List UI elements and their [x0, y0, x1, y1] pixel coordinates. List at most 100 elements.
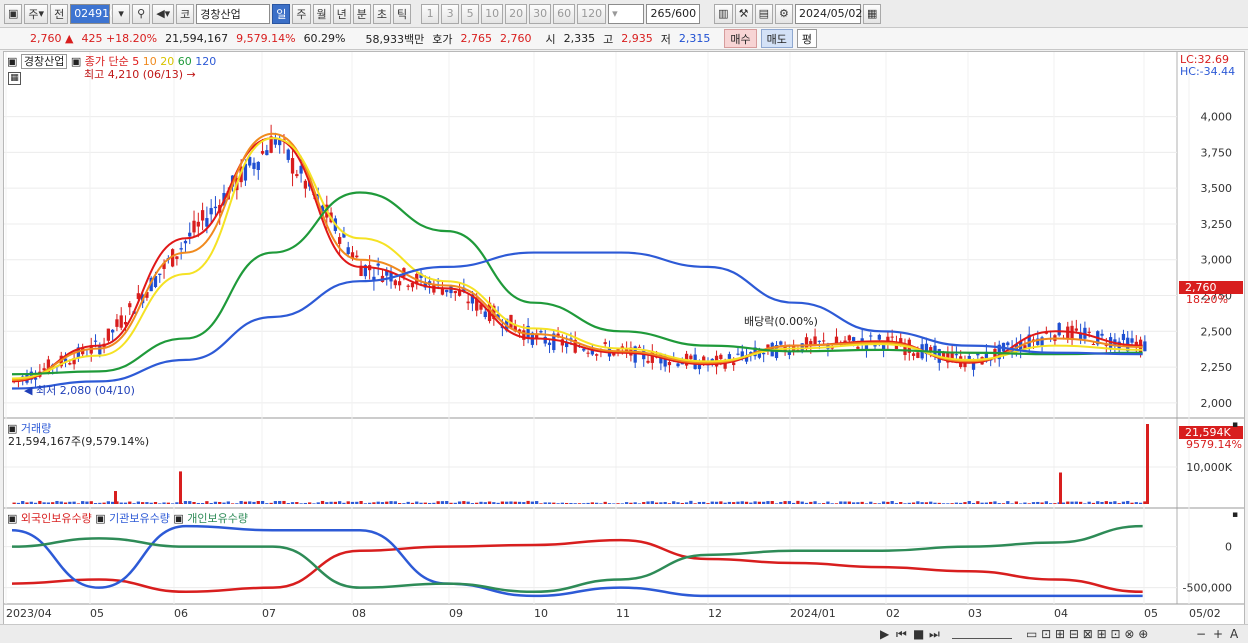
panel-toggle-icon[interactable]: ▣ [7, 55, 17, 68]
count-input[interactable]: 265/600 [646, 3, 701, 24]
volume-bar [457, 501, 462, 504]
table-icon[interactable]: ▦ [8, 72, 21, 85]
volume-bar [971, 503, 976, 504]
collapse-icon[interactable]: ▣ [71, 55, 81, 68]
volume-bar [196, 502, 200, 504]
zoom-out-icon[interactable]: − [1196, 627, 1206, 641]
search-icon[interactable]: ⚲ [132, 3, 151, 24]
volume-bar [706, 503, 710, 504]
volume-bar [175, 502, 179, 504]
zoom-slider[interactable] [952, 627, 1012, 639]
tab-day[interactable]: 일 [272, 3, 291, 24]
speaker-icon[interactable]: ◀▾ [152, 3, 175, 24]
x-axis-label: 03 [968, 607, 982, 620]
volume-bar [1138, 502, 1143, 504]
volume-bar [642, 502, 646, 504]
volume-bar [693, 503, 697, 504]
interval-30[interactable]: 30 [529, 3, 552, 24]
interval-1[interactable]: 1 [421, 3, 440, 24]
calendar-icon[interactable]: ▦ [862, 3, 882, 24]
volume-bar [633, 502, 637, 504]
stock-code-input[interactable]: 024910 [70, 3, 116, 24]
interval-10[interactable]: 10 [481, 3, 504, 24]
market-type-select[interactable]: 주 ▾ [24, 3, 49, 24]
price-y-tick: 3,000 [1201, 254, 1233, 267]
x-axis-label: 07 [262, 607, 276, 620]
interval-60[interactable]: 60 [553, 3, 576, 24]
volume-bar [209, 502, 213, 504]
tab-minute[interactable]: 분 [352, 3, 371, 24]
volume-bar [1061, 502, 1066, 504]
volume-bar [1126, 500, 1130, 504]
holdings-legend: ▣ 외국인보유수량 ▣ 기관보유수량 ▣ 개인보유수량 [7, 510, 248, 526]
auto-scale-icon[interactable]: A [1230, 627, 1238, 641]
volume-bar [359, 500, 363, 504]
tool-icon[interactable]: ⚒ [734, 3, 753, 24]
volume-bar [522, 502, 526, 504]
candle-body [736, 353, 740, 355]
volume-bar [42, 502, 46, 504]
tab-second[interactable]: 초 [372, 3, 392, 24]
flat-button[interactable]: 평 [796, 29, 817, 48]
interval-3[interactable]: 3 [441, 3, 460, 24]
forward-icon[interactable]: ⏭ [929, 627, 940, 642]
volume-bar [295, 502, 299, 504]
date-input[interactable]: 2024/05/02 [794, 3, 862, 24]
scroll-right-icon[interactable]: ▶ [880, 627, 889, 641]
candle-body [727, 354, 732, 359]
x-axis-label: 02 [886, 607, 900, 620]
volume-close-icon[interactable]: ▪ [1232, 420, 1238, 430]
volume-bar [123, 502, 128, 504]
volume-bar [290, 502, 295, 504]
jeon-button[interactable]: 전 [50, 3, 69, 24]
candle-body [346, 247, 350, 254]
volume-bar [1040, 502, 1044, 504]
volume-spike [1059, 472, 1062, 504]
volume-bar [989, 501, 993, 504]
interval-120[interactable]: 120 [577, 3, 607, 24]
volume-bar [959, 502, 963, 504]
stock-name-field[interactable]: 경창산업 [196, 3, 271, 24]
tab-week[interactable]: 주 [292, 3, 311, 24]
volume-spike [1146, 424, 1149, 504]
low-label: 저 [660, 32, 671, 46]
candle-type-icon[interactable]: ▥ [714, 3, 733, 24]
interval-5[interactable]: 5 [461, 3, 480, 24]
volume-bar [1027, 503, 1031, 504]
kind-button[interactable]: 코 [176, 3, 195, 24]
gear-icon[interactable]: ⚙ [774, 3, 793, 24]
volume-bar [470, 503, 475, 504]
open-label: 시 [545, 32, 556, 46]
candle-body [1130, 338, 1134, 343]
volume-bar [1074, 501, 1078, 504]
volume-bar [85, 501, 89, 504]
stop-icon[interactable]: ■ [913, 627, 924, 641]
volume-bar [25, 502, 29, 504]
rewind-icon[interactable]: ⏮ [896, 627, 907, 642]
chart-area[interactable]: 4,000 3,750 3,500 3,250 3,000 2,750 2,500 2,250… [3, 51, 1245, 625]
holdings-toggle-icon-2[interactable]: ▣ [95, 512, 105, 525]
volume-bar [573, 503, 577, 504]
candle-body [445, 289, 449, 293]
volume-bar [106, 501, 111, 504]
volume-bar [21, 501, 25, 504]
tab-month[interactable]: 월 [312, 3, 331, 24]
tab-tick[interactable]: 틱 [393, 3, 412, 24]
interval-custom-input[interactable]: ▾ [608, 3, 645, 24]
volume-bar [235, 503, 239, 504]
candle-body [689, 355, 693, 360]
save-icon[interactable]: ▤ [754, 3, 773, 24]
code-dropdown-icon[interactable]: ▾ [112, 3, 131, 24]
volume-bar [826, 501, 830, 504]
sell-button[interactable]: 매도 [760, 29, 793, 48]
holdings-toggle-icon-3[interactable]: ▣ [173, 512, 183, 525]
layout-icon[interactable]: ▣ [4, 3, 23, 24]
zoom-in-icon[interactable]: + [1213, 627, 1223, 641]
holdings-toggle-icon[interactable]: ▣ [7, 512, 17, 525]
tool-icons[interactable]: ▭ ⊡ ⊞ ⊟ ⊠ ⊞ ⊡ ⊗ ⊕ [1026, 627, 1148, 641]
tab-year[interactable]: 년 [332, 3, 351, 24]
buy-button[interactable]: 매수 [724, 29, 757, 48]
volume-bar [1066, 501, 1070, 504]
holdings-close-icon[interactable]: ▪ [1232, 510, 1238, 520]
interval-20[interactable]: 20 [505, 3, 528, 24]
